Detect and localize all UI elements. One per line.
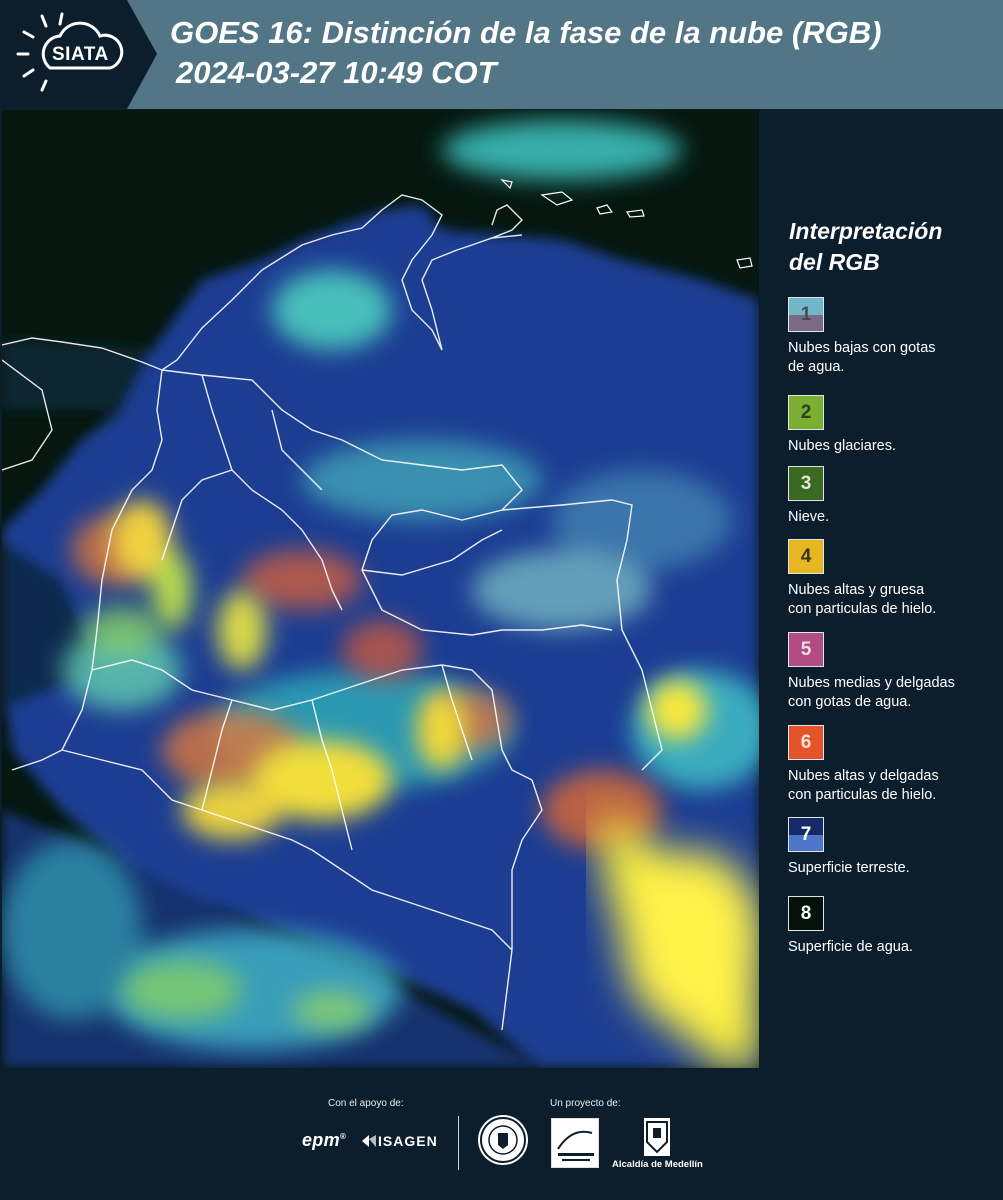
legend-swatch: 4 [788, 539, 824, 574]
legend-number: 5 [800, 639, 812, 660]
legend-label-line1: Superficie de agua. [788, 939, 913, 955]
satellite-rgb-map [2, 110, 759, 1068]
epm-logo-text: epm [302, 1130, 340, 1150]
alcaldia-label: Alcaldía de Medellín [612, 1159, 703, 1170]
legend-label-line1: Nubes altas y gruesa [788, 582, 925, 598]
legend-swatch: 3 [788, 466, 824, 501]
epm-logo: epm® [302, 1130, 347, 1150]
isagen-logo: ISAGEN [362, 1133, 438, 1149]
siata-logo: SIATA [0, 0, 157, 109]
legend-swatch: 2 [788, 395, 824, 430]
project-label: Un proyecto de: [550, 1098, 621, 1109]
legend-label-line1: Nieve. [788, 509, 830, 525]
legend-number: 3 [800, 473, 812, 494]
legend-label: Nubes medias y delgadas con gotas de agua… [788, 674, 1003, 712]
rgb-legend-panel: Interpretación del RGB 1 Nubes bajas con … [762, 110, 1003, 1068]
legend-label: Nieve. [788, 508, 1003, 527]
legend-title: Interpretación del RGB [789, 216, 999, 278]
legend-number: 6 [800, 732, 812, 753]
legend-title-line2: del RGB [789, 249, 880, 275]
support-label: Con el apoyo de: [328, 1098, 404, 1109]
legend-swatch: 8 [788, 896, 824, 931]
legend-label-line1: Nubes altas y delgadas [788, 768, 939, 784]
legend-label-line1: Nubes bajas con gotas [788, 340, 936, 356]
legend-number: 1 [800, 304, 812, 325]
legend-label-line1: Nubes glaciares. [788, 438, 896, 454]
timestamp: 2024-03-27 10:49 COT [176, 55, 497, 90]
footer: Con el apoyo de: Un proyecto de: epm® IS… [0, 1070, 1003, 1200]
legend-label: Nubes altas y gruesa con particulas de hi… [788, 581, 1003, 619]
isagen-logo-text: ISAGEN [378, 1133, 438, 1149]
legend-label-line1: Superficie terreste. [788, 860, 910, 876]
header-bar: SIATA GOES 16: Distinción de la fase de … [0, 0, 1003, 109]
legend-label: Superficie terreste. [788, 859, 1003, 878]
legend-label-line2: con gotas de agua. [788, 694, 912, 710]
legend-label: Nubes bajas con gotas de agua. [788, 339, 1003, 377]
legend-label-line1: Nubes medias y delgadas [788, 675, 955, 691]
legend-label-line2: con particulas de hielo. [788, 787, 937, 803]
legend-swatch: 1 [788, 297, 824, 332]
legend-number: 4 [800, 546, 812, 567]
legend-label: Superficie de agua. [788, 938, 1003, 957]
legend-swatch: 5 [788, 632, 824, 667]
alcaldia-medellin-shield-icon [644, 1118, 670, 1156]
legend-number: 2 [800, 402, 812, 423]
legend-swatch: 6 [788, 725, 824, 760]
legend-title-line1: Interpretación [789, 218, 943, 244]
page-title: GOES 16: Distinción de la fase de la nub… [170, 15, 882, 50]
legend-label: Nubes glaciares. [788, 437, 1003, 456]
legend-number: 7 [800, 824, 812, 845]
area-metropolitana-logo-icon [551, 1118, 599, 1168]
legend-number: 8 [800, 903, 812, 924]
legend-label: Nubes altas y delgadas con particulas de … [788, 767, 1003, 805]
legend-label-line2: con particulas de hielo. [788, 601, 937, 617]
isagen-icon [362, 1135, 376, 1147]
legend-swatch: 7 [788, 817, 824, 852]
footer-divider [458, 1116, 459, 1170]
siata-logo-text: SIATA [52, 44, 109, 65]
medellin-seal-icon [478, 1115, 528, 1165]
legend-label-line2: de agua. [788, 359, 845, 375]
